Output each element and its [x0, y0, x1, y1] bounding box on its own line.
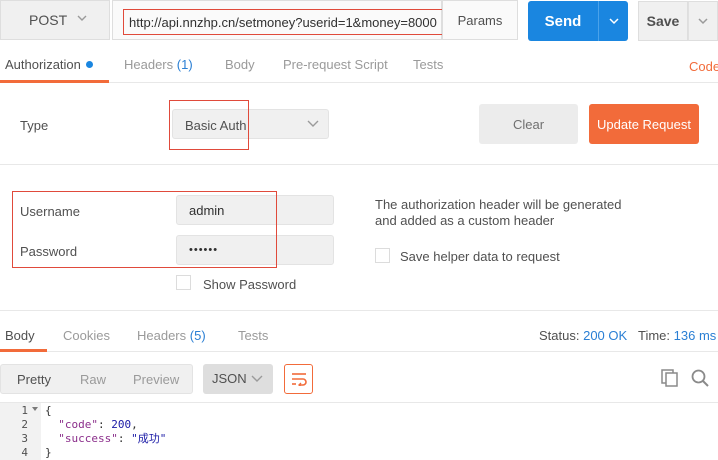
clear-button[interactable]: Clear: [479, 104, 578, 144]
tab-authorization-label: Authorization: [5, 57, 81, 72]
response-tab-cookies[interactable]: Cookies: [63, 328, 110, 343]
wrap-lines-button[interactable]: [284, 364, 313, 394]
show-password-label: Show Password: [203, 277, 297, 292]
format-select[interactable]: JSON: [203, 364, 273, 394]
url-field[interactable]: http://api.nnzhp.cn/setmoney?userid=1&mo…: [112, 0, 445, 40]
auth-note: The authorization header will be generat…: [375, 197, 621, 229]
tab-body[interactable]: Body: [225, 57, 255, 72]
annotation-box: [169, 100, 249, 150]
response-headers-count: (5): [189, 328, 206, 343]
tab-authorization[interactable]: Authorization: [5, 57, 93, 72]
line-number: 3: [21, 432, 28, 445]
chevron-down-icon: [608, 18, 619, 25]
response-tab-headers[interactable]: Headers (5): [137, 328, 206, 343]
send-button[interactable]: Send: [528, 1, 598, 41]
response-status: Status: 200 OK: [539, 328, 627, 343]
type-label: Type: [20, 118, 49, 133]
raw-button[interactable]: Raw: [80, 372, 106, 387]
status-value: 200 OK: [583, 328, 628, 343]
active-tab-indicator: [0, 349, 47, 352]
response-tab-body[interactable]: Body: [5, 328, 35, 343]
save-helper-checkbox[interactable]: [375, 248, 390, 263]
auth-note-line: The authorization header will be generat…: [375, 197, 622, 212]
chevron-down-icon: [77, 15, 87, 21]
dot-indicator-icon: [85, 61, 93, 69]
line-number: 4: [21, 446, 28, 459]
send-dropdown-button[interactable]: [598, 1, 628, 41]
json-brace: {: [45, 404, 52, 417]
pretty-button[interactable]: Pretty: [17, 372, 51, 387]
update-request-button[interactable]: Update Request: [589, 104, 699, 144]
code-link[interactable]: Code: [689, 59, 718, 74]
show-password-checkbox[interactable]: [176, 275, 191, 290]
fold-arrow-icon[interactable]: [31, 405, 39, 413]
line-number: 2: [21, 418, 28, 431]
response-tab-tests[interactable]: Tests: [238, 328, 268, 343]
time-value: 136 ms: [673, 328, 717, 343]
time-label: Time:: [638, 328, 671, 343]
params-button[interactable]: Params: [442, 0, 518, 40]
divider: [0, 310, 718, 311]
format-value: JSON: [212, 371, 247, 386]
preview-button[interactable]: Preview: [133, 372, 179, 387]
code-line: "code": 200,: [58, 418, 138, 431]
chevron-down-icon: [251, 375, 263, 382]
tab-pre-request-script[interactable]: Pre-request Script: [283, 57, 388, 72]
url-input[interactable]: http://api.nnzhp.cn/setmoney?userid=1&mo…: [123, 9, 445, 35]
view-mode-group: Pretty Raw Preview: [0, 364, 193, 394]
tab-tests[interactable]: Tests: [413, 57, 443, 72]
headers-count: (1): [176, 57, 193, 72]
divider: [0, 351, 718, 352]
auth-note-line: and added as a custom header: [375, 213, 555, 228]
status-label: Status:: [539, 328, 580, 343]
copy-icon[interactable]: [660, 368, 680, 388]
code-line: {: [45, 404, 52, 418]
active-tab-indicator: [0, 80, 109, 83]
divider: [0, 164, 718, 165]
save-helper-label: Save helper data to request: [400, 249, 560, 264]
divider: [0, 402, 718, 403]
method-select[interactable]: POST: [0, 0, 110, 40]
response-time: Time: 136 ms: [638, 328, 716, 343]
chevron-down-icon: [307, 120, 319, 127]
json-number: 200: [111, 418, 132, 431]
json-brace: }: [45, 446, 52, 459]
json-string: "成功": [131, 432, 167, 445]
wrap-lines-icon: [291, 373, 307, 386]
annotation-box: [12, 191, 277, 268]
save-dropdown-button[interactable]: [688, 1, 718, 41]
tab-headers[interactable]: Headers (1): [124, 57, 193, 72]
search-icon[interactable]: [690, 368, 710, 388]
json-key: "code": [58, 418, 98, 431]
response-tab-headers-label: Headers: [137, 328, 187, 343]
line-number: 1: [21, 404, 28, 417]
tab-headers-label: Headers: [124, 57, 174, 72]
method-label: POST: [29, 12, 68, 28]
code-line: "success": "成功": [58, 432, 167, 445]
chevron-down-icon: [698, 18, 708, 25]
json-key: "success": [58, 432, 118, 445]
save-button[interactable]: Save: [638, 1, 688, 41]
code-line: }: [45, 446, 52, 460]
